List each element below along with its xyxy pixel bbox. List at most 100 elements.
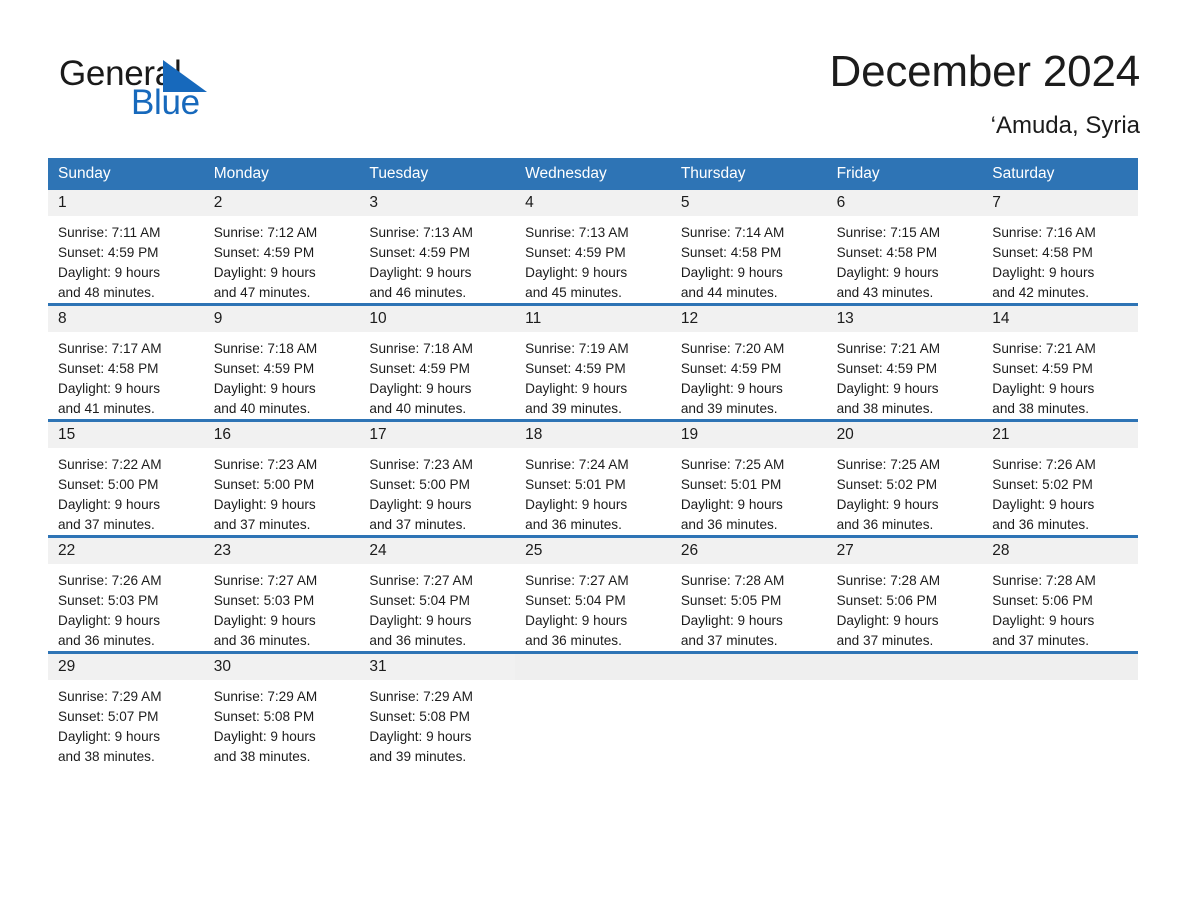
day-details: Sunrise: 7:18 AM Sunset: 4:59 PM Dayligh… [204, 332, 360, 419]
day-details: Sunrise: 7:23 AM Sunset: 5:00 PM Dayligh… [359, 448, 515, 535]
dow-thursday: Thursday [680, 165, 746, 182]
day-cell[interactable]: 26 Sunrise: 7:28 AM Sunset: 5:05 PM Dayl… [670, 538, 827, 651]
day-cell[interactable]: 25 Sunrise: 7:27 AM Sunset: 5:04 PM Dayl… [515, 538, 671, 651]
daylight-text-line2: and 38 minutes. [992, 401, 1090, 416]
day-cell[interactable]: 5 Sunrise: 7:14 AM Sunset: 4:58 PM Dayli… [670, 190, 827, 303]
daylight-text-line1: Daylight: 9 hours [836, 497, 939, 512]
day-cell[interactable]: 16 Sunrise: 7:23 AM Sunset: 5:00 PM Dayl… [203, 422, 360, 535]
day-cell[interactable]: 22 Sunrise: 7:26 AM Sunset: 5:03 PM Dayl… [48, 538, 204, 651]
daylight-text-line1: Daylight: 9 hours [213, 613, 316, 628]
daylight-text-line2: and 38 minutes. [836, 401, 934, 416]
day-cell[interactable]: 24 Sunrise: 7:27 AM Sunset: 5:04 PM Dayl… [359, 538, 516, 651]
daylight-text-line1: Daylight: 9 hours [680, 497, 783, 512]
sunset-text: Sunset: 5:05 PM [680, 593, 782, 608]
sunrise-text: Sunrise: 7:22 AM [58, 457, 162, 472]
day-cell[interactable]: 19 Sunrise: 7:25 AM Sunset: 5:01 PM Dayl… [670, 422, 827, 535]
day-details: Sunrise: 7:27 AM Sunset: 5:04 PM Dayligh… [359, 564, 515, 651]
daylight-text-line1: Daylight: 9 hours [680, 265, 783, 280]
sunrise-text: Sunrise: 7:18 AM [369, 341, 473, 356]
sunrise-text: Sunrise: 7:12 AM [213, 225, 318, 240]
daylight-text-line1: Daylight: 9 hours [525, 497, 628, 512]
sunset-text: Sunset: 4:59 PM [525, 245, 626, 260]
day-number: 19 [680, 426, 699, 443]
day-cell[interactable]: 15 Sunrise: 7:22 AM Sunset: 5:00 PM Dayl… [48, 422, 204, 535]
day-cell[interactable]: 28 Sunrise: 7:28 AM Sunset: 5:06 PM Dayl… [982, 538, 1138, 651]
day-details: Sunrise: 7:18 AM Sunset: 4:59 PM Dayligh… [359, 332, 515, 419]
sunrise-text: Sunrise: 7:26 AM [992, 457, 1096, 472]
sunset-text: Sunset: 4:59 PM [213, 245, 315, 260]
day-number: 6 [836, 194, 846, 211]
daylight-text-line1: Daylight: 9 hours [58, 729, 161, 744]
sunrise-text: Sunrise: 7:15 AM [836, 225, 941, 240]
sunset-text: Sunset: 5:08 PM [213, 709, 315, 724]
general-blue-logo[interactable]: General Blue [59, 54, 319, 134]
sunset-text: Sunset: 4:59 PM [992, 361, 1093, 376]
day-cell[interactable]: 7 Sunrise: 7:16 AM Sunset: 4:58 PM Dayli… [982, 190, 1138, 303]
day-cell[interactable]: 14 Sunrise: 7:21 AM Sunset: 4:59 PM Dayl… [982, 306, 1138, 419]
calendar-week-row: 22 Sunrise: 7:26 AM Sunset: 5:03 PM Dayl… [48, 535, 1138, 651]
day-cell[interactable]: 17 Sunrise: 7:23 AM Sunset: 5:00 PM Dayl… [359, 422, 516, 535]
daylight-text-line2: and 39 minutes. [369, 749, 467, 764]
day-cell[interactable]: 23 Sunrise: 7:27 AM Sunset: 5:03 PM Dayl… [203, 538, 360, 651]
day-number: 21 [992, 426, 1010, 443]
sunrise-text: Sunrise: 7:17 AM [58, 341, 162, 356]
daylight-text-line1: Daylight: 9 hours [836, 265, 939, 280]
daylight-text-line1: Daylight: 9 hours [369, 729, 472, 744]
day-cell[interactable]: 13 Sunrise: 7:21 AM Sunset: 4:59 PM Dayl… [826, 306, 983, 419]
day-number-band: 20 [826, 422, 983, 448]
day-cell[interactable]: 27 Sunrise: 7:28 AM Sunset: 5:06 PM Dayl… [826, 538, 983, 651]
day-number-band: 23 [203, 538, 360, 564]
day-cell[interactable]: 4 Sunrise: 7:13 AM Sunset: 4:59 PM Dayli… [515, 190, 671, 303]
day-details: Sunrise: 7:13 AM Sunset: 4:59 PM Dayligh… [359, 216, 515, 303]
day-cell[interactable]: 12 Sunrise: 7:20 AM Sunset: 4:59 PM Dayl… [670, 306, 827, 419]
sunrise-text: Sunrise: 7:13 AM [369, 225, 473, 240]
sunset-text: Sunset: 4:58 PM [992, 245, 1093, 260]
day-cell[interactable]: 1 Sunrise: 7:11 AM Sunset: 4:59 PM Dayli… [48, 190, 204, 303]
sunrise-text: Sunrise: 7:13 AM [525, 225, 629, 240]
calendar-week-row: 1 Sunrise: 7:11 AM Sunset: 4:59 PM Dayli… [48, 190, 1138, 303]
day-details: Sunrise: 7:24 AM Sunset: 5:01 PM Dayligh… [515, 448, 671, 535]
day-details [515, 680, 671, 687]
sunrise-text: Sunrise: 7:28 AM [680, 573, 785, 588]
day-details [671, 680, 827, 687]
day-details: Sunrise: 7:15 AM Sunset: 4:58 PM Dayligh… [827, 216, 983, 303]
sunset-text: Sunset: 5:00 PM [58, 477, 159, 492]
day-cell[interactable]: 9 Sunrise: 7:18 AM Sunset: 4:59 PM Dayli… [203, 306, 360, 419]
sunset-text: Sunset: 4:59 PM [369, 361, 470, 376]
day-cell[interactable]: 10 Sunrise: 7:18 AM Sunset: 4:59 PM Dayl… [359, 306, 516, 419]
day-details: Sunrise: 7:28 AM Sunset: 5:06 PM Dayligh… [827, 564, 983, 651]
sunset-text: Sunset: 4:58 PM [836, 245, 938, 260]
daylight-text-line1: Daylight: 9 hours [680, 381, 783, 396]
day-cell[interactable]: 20 Sunrise: 7:25 AM Sunset: 5:02 PM Dayl… [826, 422, 983, 535]
daylight-text-line2: and 40 minutes. [213, 401, 311, 416]
daylight-text-line2: and 38 minutes. [213, 749, 311, 764]
day-details: Sunrise: 7:28 AM Sunset: 5:05 PM Dayligh… [671, 564, 827, 651]
day-details: Sunrise: 7:25 AM Sunset: 5:02 PM Dayligh… [827, 448, 983, 535]
sunset-text: Sunset: 5:07 PM [58, 709, 159, 724]
sunrise-text: Sunrise: 7:23 AM [213, 457, 318, 472]
day-cell[interactable]: 6 Sunrise: 7:15 AM Sunset: 4:58 PM Dayli… [826, 190, 983, 303]
day-cell[interactable]: 3 Sunrise: 7:13 AM Sunset: 4:59 PM Dayli… [359, 190, 516, 303]
sunrise-text: Sunrise: 7:27 AM [369, 573, 473, 588]
dow-tuesday: Tuesday [369, 165, 429, 182]
daylight-text-line1: Daylight: 9 hours [992, 613, 1095, 628]
day-cell[interactable]: 2 Sunrise: 7:12 AM Sunset: 4:59 PM Dayli… [203, 190, 360, 303]
sunset-text: Sunset: 5:06 PM [992, 593, 1093, 608]
sunset-text: Sunset: 5:08 PM [369, 709, 470, 724]
day-cell[interactable]: 21 Sunrise: 7:26 AM Sunset: 5:02 PM Dayl… [982, 422, 1138, 535]
daylight-text-line1: Daylight: 9 hours [525, 613, 628, 628]
day-cell[interactable]: 31 Sunrise: 7:29 AM Sunset: 5:08 PM Dayl… [359, 654, 516, 767]
day-number: 18 [525, 426, 543, 443]
day-details: Sunrise: 7:29 AM Sunset: 5:08 PM Dayligh… [359, 680, 515, 767]
daylight-text-line1: Daylight: 9 hours [680, 613, 783, 628]
day-cell-empty [515, 654, 671, 767]
day-cell[interactable]: 29 Sunrise: 7:29 AM Sunset: 5:07 PM Dayl… [48, 654, 204, 767]
day-cell[interactable]: 11 Sunrise: 7:19 AM Sunset: 4:59 PM Dayl… [515, 306, 671, 419]
daylight-text-line1: Daylight: 9 hours [213, 729, 316, 744]
day-cell[interactable]: 8 Sunrise: 7:17 AM Sunset: 4:58 PM Dayli… [48, 306, 204, 419]
day-cell[interactable]: 18 Sunrise: 7:24 AM Sunset: 5:01 PM Dayl… [515, 422, 671, 535]
day-number: 22 [58, 542, 76, 559]
day-cell[interactable]: 30 Sunrise: 7:29 AM Sunset: 5:08 PM Dayl… [203, 654, 360, 767]
daylight-text-line2: and 47 minutes. [213, 285, 311, 300]
daylight-text-line2: and 37 minutes. [369, 517, 467, 532]
